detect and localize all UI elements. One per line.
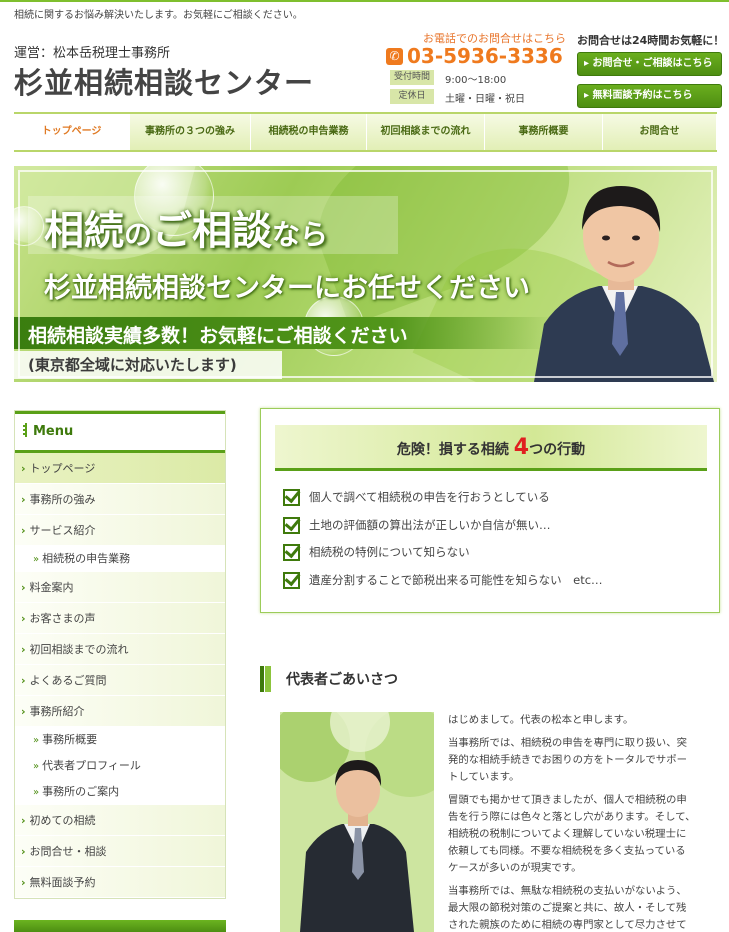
- sidebar-item[interactable]: › 事務所紹介: [15, 696, 225, 727]
- representative-portrait: [280, 712, 434, 932]
- chevron-right-icon: ›: [21, 462, 26, 475]
- chevron-right-icon: ›: [21, 814, 26, 827]
- greeting-photo: [280, 712, 434, 932]
- chevron-right-icon: ›: [21, 493, 26, 506]
- support-title: お問合せは24時間お気軽に！: [577, 34, 725, 47]
- sidebar-item[interactable]: › 初めての相続: [15, 805, 225, 836]
- chevron-right-icon: ›: [21, 581, 26, 594]
- tel-number[interactable]: 03-5936-3336: [407, 44, 563, 68]
- chevron-right-icon: »: [33, 735, 40, 746]
- nav-item[interactable]: お問合せ: [603, 114, 717, 150]
- sidebar-item[interactable]: › サービス紹介: [15, 515, 225, 546]
- chevron-right-icon: ›: [21, 643, 26, 656]
- support-block: お問合せは24時間お気軽に！ ▸ お問合せ・ご相談はこちら ▸ 無料面談予約はこ…: [577, 32, 727, 116]
- global-nav: トップページ 事務所の３つの強み 相続税の申告業務 初回相談までの流れ 事務所概要 お問合…: [14, 112, 717, 152]
- sidebar-item[interactable]: › トップページ: [15, 453, 225, 484]
- nav-item[interactable]: 相続税の申告業務: [251, 114, 367, 150]
- nav-item[interactable]: 事務所概要: [485, 114, 603, 150]
- closed-label: 定休日: [390, 89, 434, 104]
- nav-item[interactable]: 初回相談までの流れ: [367, 114, 485, 150]
- sidebar-item[interactable]: › よくあるご質問: [15, 665, 225, 696]
- site-title[interactable]: 杉並相続相談センター: [14, 60, 314, 102]
- booking-button[interactable]: ▸ 無料面談予約はこちら: [577, 84, 722, 108]
- sidebar-item[interactable]: › 料金案内: [15, 572, 225, 603]
- chevron-right-icon: ›: [21, 674, 26, 687]
- sidebar-menu: Menu › トップページ › 事務所の強み › サービス紹介» 相続税の申告業務 › 料金案内…: [14, 410, 226, 899]
- nav-item[interactable]: トップページ: [14, 114, 130, 150]
- greeting-text: はじめまして。代表の松本と申します。当事務所では、相続税の申告を専門に取り扱い、…: [448, 712, 696, 932]
- sidebar-subitem[interactable]: » 事務所概要: [15, 727, 225, 753]
- sidebar-item[interactable]: › 初回相談までの流れ: [15, 634, 225, 665]
- greeting-heading: 代表者ごあいさつ: [260, 666, 720, 692]
- chevron-right-icon: »: [33, 761, 40, 772]
- greeting-title: 代表者ごあいさつ: [286, 672, 398, 688]
- check-item: 相続税の特例について知らない: [283, 542, 603, 570]
- hero-coverage: (東京都全域に対応いたします): [28, 356, 237, 374]
- sidebar-item[interactable]: › お問合せ・相談: [15, 836, 225, 867]
- operator-name: 運営：松本岳税理士事務所: [14, 46, 171, 61]
- business-hours: 受付時間 9:00〜18:00: [390, 70, 570, 86]
- menu-bar-icon: [23, 423, 27, 437]
- heading-bar-icon: [260, 666, 271, 692]
- hours-value: 9:00〜18:00: [445, 75, 507, 86]
- chevron-right-icon: ›: [21, 612, 26, 625]
- checkbox-icon: [283, 489, 300, 506]
- hero-subheadline: 杉並相続相談センターにお任せください: [44, 273, 530, 304]
- sidebar-subitem[interactable]: » 相続税の申告業務: [15, 546, 225, 572]
- hero-headline: 相続のご相談なら: [44, 208, 329, 254]
- checkbox-icon: [283, 544, 300, 561]
- danger-title: 危険！損する相続 4つの行動: [275, 425, 707, 471]
- sidebar-item[interactable]: › 事務所の強み: [15, 484, 225, 515]
- sidebar-subitem[interactable]: » 事務所のご案内: [15, 779, 225, 805]
- sidebar-next-widget: [14, 920, 226, 932]
- greeting-paragraph: 当事務所では、相続税の申告を専門に取り扱い、突発的な相続手続きでお困りの方をトー…: [448, 737, 687, 783]
- check-item: 個人で調べて相続税の申告を行おうとしている: [283, 487, 603, 515]
- check-item: 遺産分割することで節税出来る可能性を知らない etc…: [283, 570, 603, 598]
- chevron-right-icon: ›: [21, 876, 26, 889]
- greeting-paragraph: はじめまして。代表の松本と申します。: [448, 714, 634, 726]
- contact-button-label: お問合せ・ご相談はこちら: [592, 58, 713, 69]
- chevron-right-icon: ›: [21, 845, 26, 858]
- danger-checklist: 危険！損する相続 4つの行動 個人で調べて相続税の申告を行おうとしている 土地の評…: [260, 408, 720, 613]
- check-list: 個人で調べて相続税の申告を行おうとしている 土地の評価額の算出法が正しいか自信が無…: [283, 487, 603, 597]
- checkbox-icon: [283, 571, 300, 589]
- greeting-paragraph: 当事務所では、無駄な相続税の支払いがないよう、最大限の節税対策のご提案と共に、故…: [448, 885, 687, 931]
- chevron-right-icon: ›: [21, 524, 26, 537]
- contact-button[interactable]: ▸ お問合せ・ご相談はこちら: [577, 52, 722, 76]
- hero-message: 相続相談実績多数！お気軽にご相談ください: [28, 325, 408, 347]
- sidebar-subitem[interactable]: » 代表者プロフィール: [15, 753, 225, 779]
- top-accent-line: [0, 0, 729, 2]
- chevron-right-icon: »: [33, 787, 40, 798]
- booking-button-label: 無料面談予約はこちら: [592, 90, 693, 101]
- greeting-paragraph: 冒頭でも掲かせて頂きましたが、個人で相続税の申告を行う際には色々と落とし穴があり…: [448, 794, 696, 874]
- hours-label: 受付時間: [390, 70, 434, 85]
- checkbox-icon: [283, 516, 300, 534]
- hero-banner: 相続のご相談なら 杉並相続相談センターにお任せください 相続相談実績多数！お気軽…: [14, 166, 717, 382]
- tel-row[interactable]: ✆ 03-5936-3336: [386, 44, 566, 68]
- closed-value: 土曜・日曜・祝日: [445, 94, 525, 105]
- nav-item[interactable]: 事務所の３つの強み: [130, 114, 251, 150]
- closed-days: 定休日 土曜・日曜・祝日: [390, 89, 570, 105]
- representative-photo: [534, 186, 714, 382]
- sidebar-item[interactable]: › 無料面談予約: [15, 867, 225, 898]
- chevron-right-icon: ›: [21, 705, 26, 718]
- menu-heading: Menu: [15, 411, 225, 453]
- site-tagline: 相続に関するお悩み解決いたします。お気軽にご相談ください。: [14, 10, 303, 21]
- sidebar-item[interactable]: › お客さまの声: [15, 603, 225, 634]
- phone-icon: ✆: [386, 48, 403, 65]
- chevron-right-icon: »: [33, 554, 40, 565]
- check-item: 土地の評価額の算出法が正しいか自信が無い…: [283, 515, 603, 543]
